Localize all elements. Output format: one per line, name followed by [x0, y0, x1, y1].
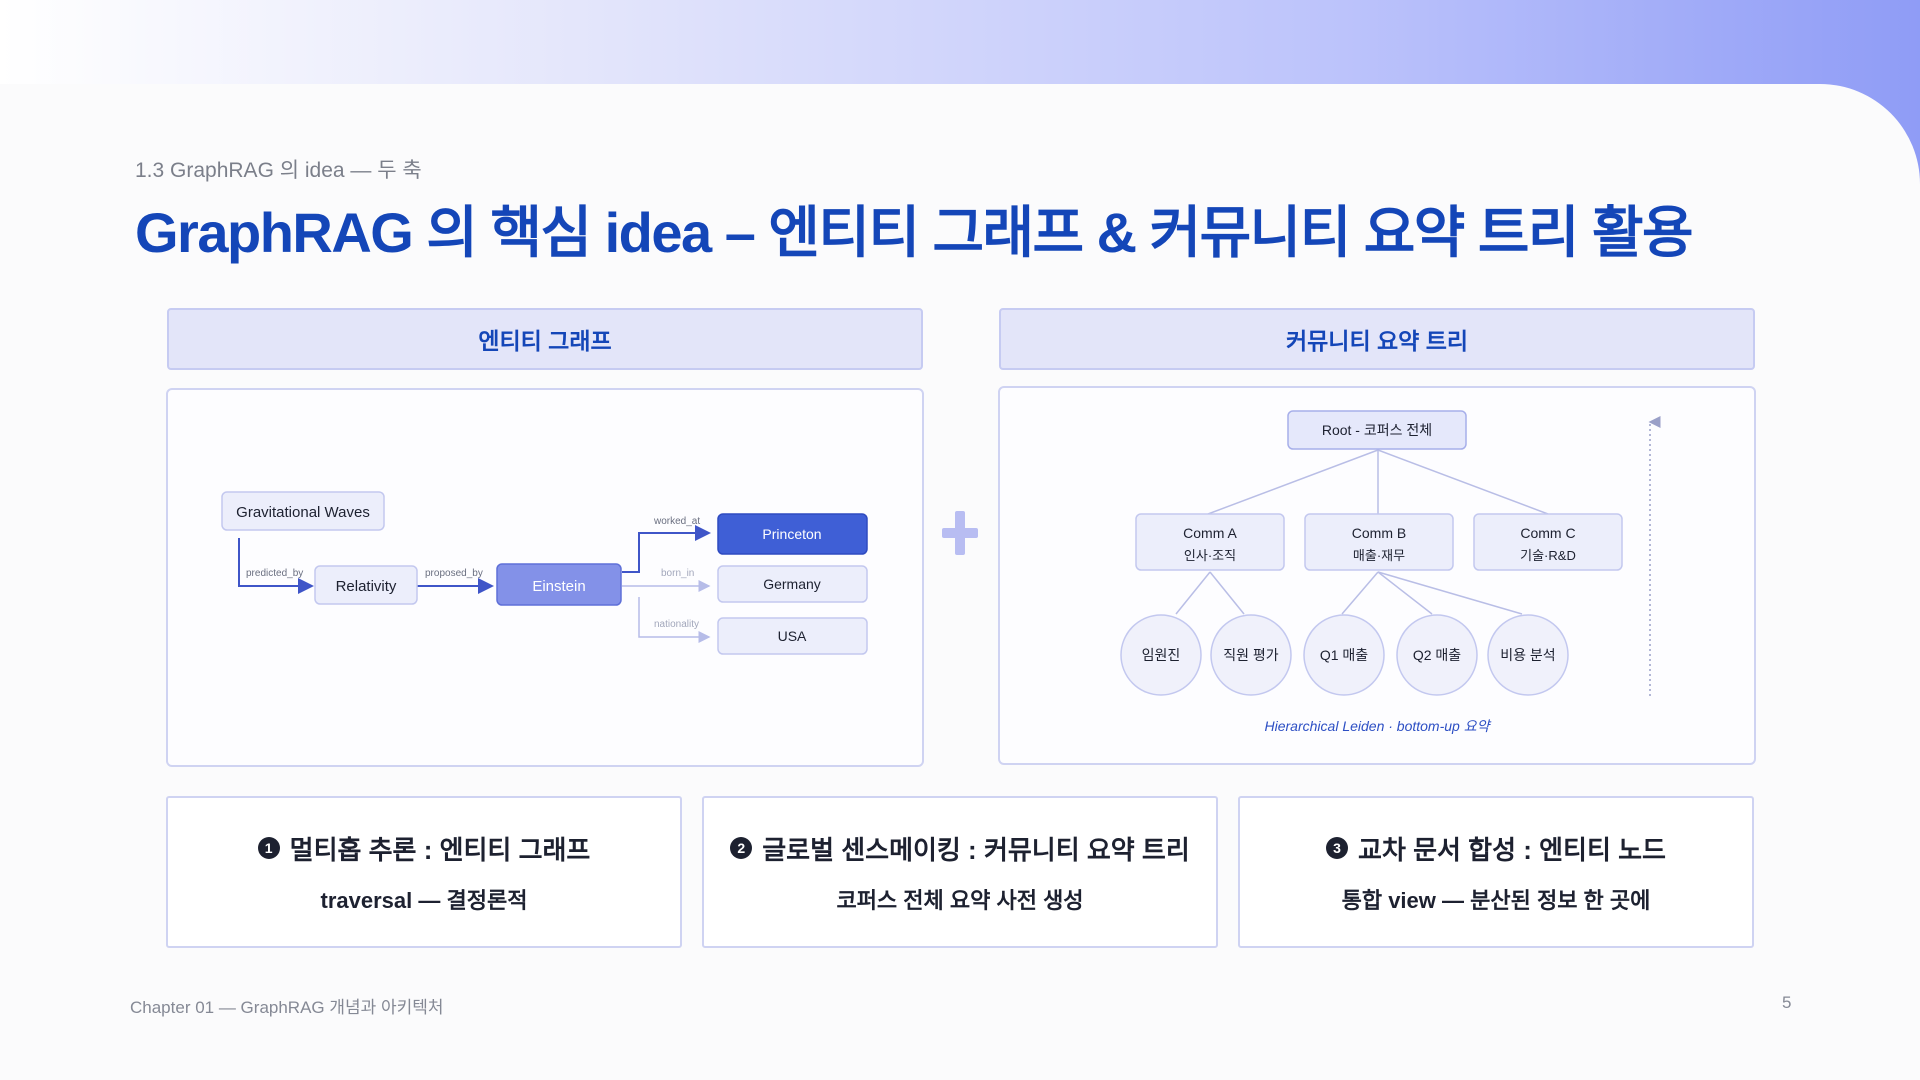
svg-text:직원 평가: 직원 평가 [1223, 647, 1279, 663]
footer-chapter: Chapter 01 — GraphRAG 개념과 아키텍처 [130, 998, 444, 1017]
node-comm-a: Comm A 인사·조직 [1135, 513, 1285, 571]
link-root-comm-c [1377, 449, 1549, 515]
node-usa: USA [717, 617, 868, 655]
edge-worked-at [622, 525, 711, 573]
number-1-badge: 1 [257, 837, 280, 859]
page-number: 5 [1782, 993, 1792, 1012]
entity-graph-header: 엔티티 그래프 [167, 308, 923, 370]
leaf-node-3: Q1 매출 [1303, 614, 1385, 696]
svg-text:Comm A: Comm A [1183, 525, 1237, 541]
community-tree-panel: Root - 코퍼스 전체 Comm A 인사·조직 Comm B 매출·재무 … [998, 386, 1756, 765]
leaf-node-5: 비용 분석 [1487, 614, 1569, 696]
insight-card-3: 3 교차 문서 합성 : 엔티티 노드 통합 view — 분산된 정보 한 곳… [1238, 796, 1754, 948]
svg-text:기술·R&D: 기술·R&D [1520, 548, 1576, 563]
svg-text:Einstein: Einstein [532, 578, 585, 595]
node-gravitational-waves: Gravitational Waves [221, 491, 385, 531]
slide: 1.3 GraphRAG 의 idea — 두 축 GraphRAG 의 핵심 … [0, 0, 1920, 1080]
card-1-headline: 1 멀티홉 추론 : 엔티티 그래프 [257, 830, 591, 867]
svg-text:비용 분석: 비용 분석 [1500, 647, 1555, 663]
card-1-title: 멀티홉 추론 : 엔티티 그래프 [289, 834, 591, 865]
link-comm-a-leaf-2 [1209, 571, 1245, 615]
node-root: Root - 코퍼스 전체 [1287, 410, 1467, 450]
svg-text:매출·재무: 매출·재무 [1353, 548, 1405, 563]
svg-text:Q2 매출: Q2 매출 [1413, 647, 1461, 663]
svg-text:Comm C: Comm C [1520, 525, 1575, 541]
card-3-subtitle: 통합 view — 분산된 정보 한 곳에 [1341, 887, 1651, 913]
entity-graph-diagram: predicted_by proposed_by worked_at born_… [221, 491, 868, 655]
link-comm-b-leaf-3 [1341, 571, 1379, 615]
link-comm-b-leaf-4 [1377, 571, 1433, 615]
card-2-headline: 2 글로벌 센스메이킹 : 커뮤니티 요약 트리 [730, 830, 1190, 867]
insight-card-2: 2 글로벌 센스메이킹 : 커뮤니티 요약 트리 코퍼스 전체 요약 사전 생성 [702, 796, 1218, 948]
node-comm-b: Comm B 매출·재무 [1304, 513, 1454, 571]
tree-caption: Hierarchical Leiden · bottom-up 요약 [1265, 718, 1492, 734]
card-1-subtitle: traversal — 결정론적 [320, 887, 528, 913]
entity-graph-panel: predicted_by proposed_by worked_at born_… [166, 388, 924, 767]
link-comm-b-leaf-5 [1377, 571, 1523, 615]
svg-text:Gravitational Waves: Gravitational Waves [236, 504, 370, 521]
node-relativity: Relativity [314, 565, 418, 605]
node-einstein: Einstein [496, 563, 622, 606]
leaf-node-4: Q2 매출 [1396, 614, 1478, 696]
node-germany: Germany [717, 565, 868, 603]
leaf-node-2: 직원 평가 [1210, 614, 1292, 696]
page-title: GraphRAG 의 핵심 idea – 엔티티 그래프 & 커뮤니티 요약 트… [135, 201, 1694, 264]
number-3-badge: 3 [1326, 837, 1349, 859]
link-comm-a-leaf-1 [1175, 571, 1211, 615]
svg-text:Q1 매출: Q1 매출 [1320, 647, 1368, 663]
card-3-headline: 3 교차 문서 합성 : 엔티티 노드 [1326, 830, 1666, 867]
plus-icon [942, 511, 978, 555]
edge-nationality [638, 597, 711, 643]
svg-text:Comm B: Comm B [1352, 525, 1406, 541]
edge-label-born-in: born_in [661, 568, 694, 579]
svg-text:인사·조직: 인사·조직 [1184, 548, 1236, 563]
node-princeton: Princeton [717, 513, 868, 555]
section-label: 1.3 GraphRAG 의 idea — 두 축 [135, 159, 422, 182]
community-tree-diagram: Root - 코퍼스 전체 Comm A 인사·조직 Comm B 매출·재무 … [1120, 410, 1661, 734]
link-root-comm-a [1207, 449, 1379, 515]
card-3-title: 교차 문서 합성 : 엔티티 노드 [1358, 834, 1666, 865]
edge-label-worked-at: worked_at [653, 516, 700, 527]
svg-text:USA: USA [778, 628, 807, 644]
card-2-title: 글로벌 센스메이킹 : 커뮤니티 요약 트리 [762, 834, 1190, 865]
leaf-node-1: 임원진 [1120, 614, 1202, 696]
svg-text:Root - 코퍼스 전체: Root - 코퍼스 전체 [1322, 422, 1432, 438]
community-tree-header: 커뮤니티 요약 트리 [999, 308, 1755, 370]
svg-text:Germany: Germany [763, 576, 821, 592]
svg-text:Relativity: Relativity [336, 578, 397, 595]
edge-label-predicted-by: predicted_by [246, 568, 303, 579]
svg-text:Princeton: Princeton [762, 526, 821, 542]
insight-card-1: 1 멀티홉 추론 : 엔티티 그래프 traversal — 결정론적 [166, 796, 682, 948]
card-2-subtitle: 코퍼스 전체 요약 사전 생성 [836, 887, 1084, 913]
svg-text:임원진: 임원진 [1142, 647, 1181, 663]
number-2-badge: 2 [730, 837, 753, 859]
edge-label-nationality: nationality [654, 619, 699, 630]
node-comm-c: Comm C 기술·R&D [1473, 513, 1623, 571]
edge-label-proposed-by: proposed_by [425, 568, 483, 579]
